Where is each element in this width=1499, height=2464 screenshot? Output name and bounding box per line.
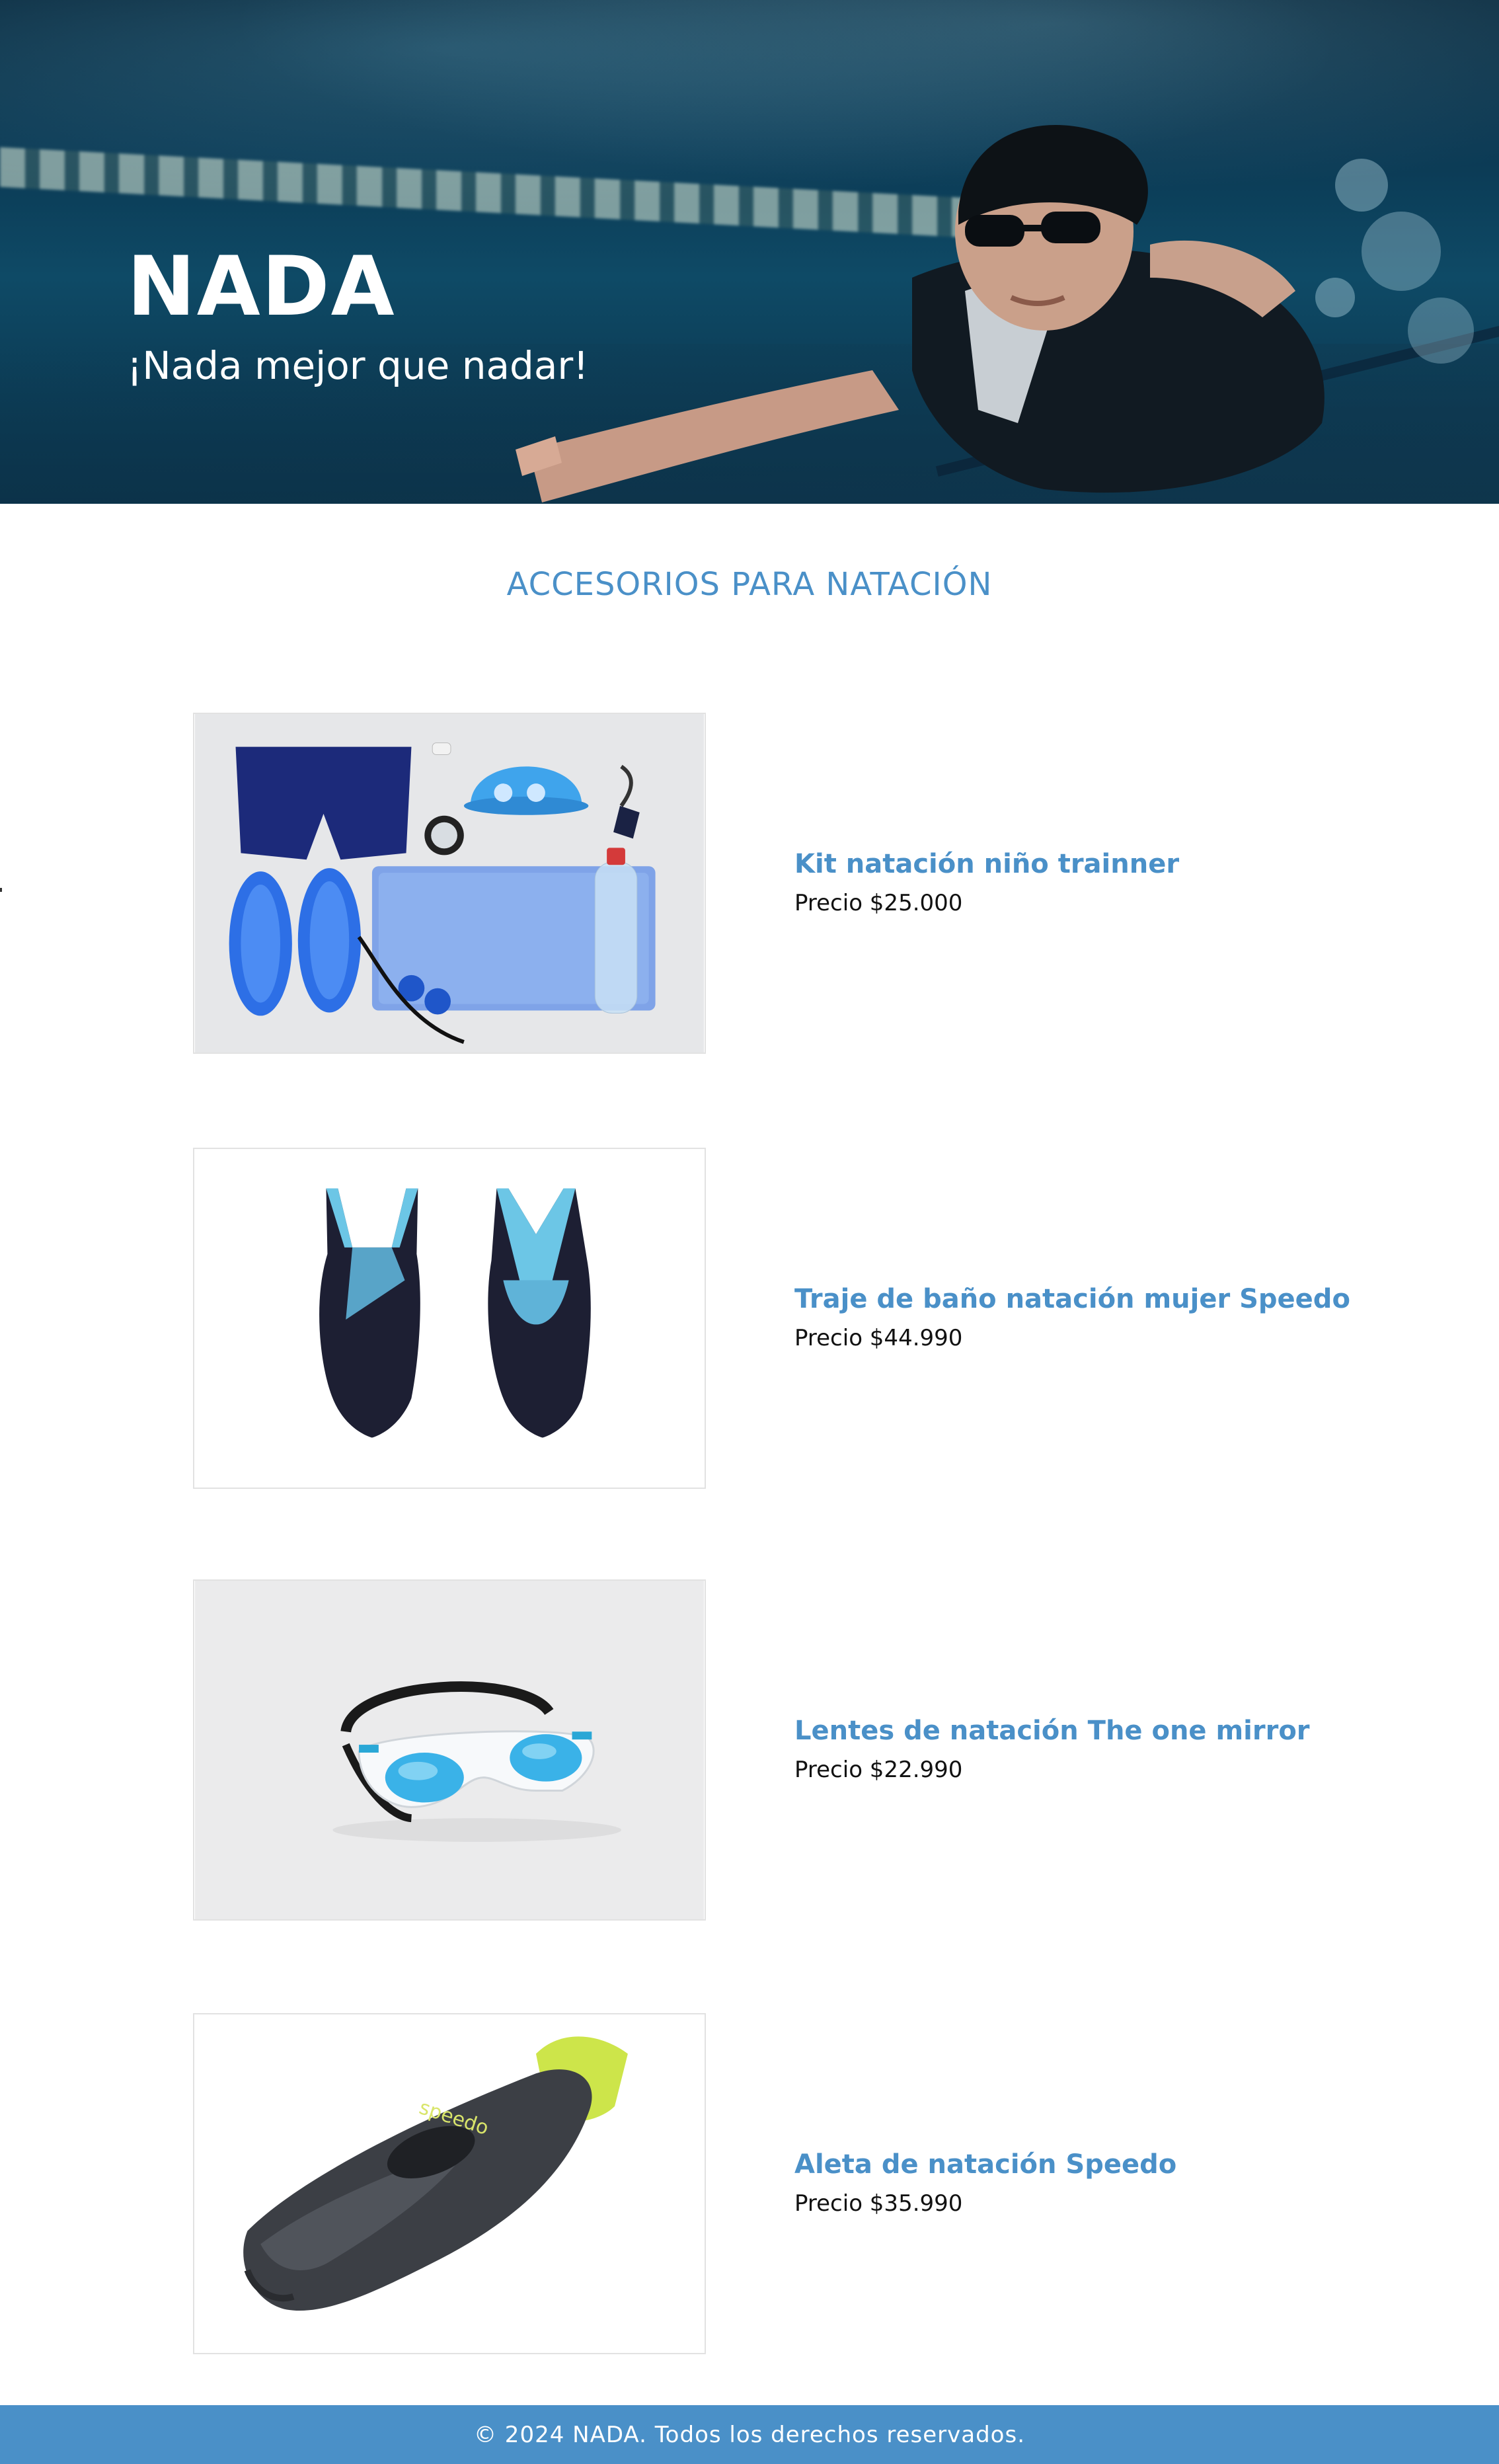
product-card: Kit natación niño trainner Precio $25.00… bbox=[193, 713, 1317, 1056]
swimmer-image bbox=[516, 124, 1474, 502]
goggles-image bbox=[195, 1581, 704, 1919]
product-card: speedo Aleta de natación Speedo Precio $… bbox=[193, 2013, 1317, 2357]
swim-kit-image bbox=[195, 714, 704, 1053]
product-image[interactable] bbox=[193, 713, 706, 1054]
footer: © 2024 NADA. Todos los derechos reservad… bbox=[0, 2405, 1499, 2464]
footer-copyright: © 2024 NADA. Todos los derechos reservad… bbox=[474, 2421, 1025, 2448]
swim-fin-image: speedo bbox=[195, 2014, 704, 2353]
brand-title: NADA bbox=[127, 239, 396, 335]
edge-mark bbox=[0, 888, 2, 892]
product-name[interactable]: Traje de baño natación mujer Speedo bbox=[794, 1284, 1350, 1314]
product-name[interactable]: Aleta de natación Speedo bbox=[794, 2149, 1176, 2180]
product-price: Precio $44.990 bbox=[794, 1325, 963, 1351]
product-card: Lentes de natación The one mirror Precio… bbox=[193, 1579, 1317, 1923]
hero-banner: NADA ¡Nada mejor que nadar! bbox=[0, 0, 1499, 504]
product-price: Precio $25.000 bbox=[794, 890, 963, 916]
product-price: Precio $35.990 bbox=[794, 2190, 963, 2217]
product-image[interactable] bbox=[193, 1579, 706, 1921]
product-name[interactable]: Kit natación niño trainner bbox=[794, 849, 1179, 879]
swimsuit-image bbox=[195, 1149, 704, 1488]
brand-tagline: ¡Nada mejor que nadar! bbox=[127, 343, 589, 388]
product-card: Traje de baño natación mujer Speedo Prec… bbox=[193, 1148, 1350, 1491]
product-image[interactable] bbox=[193, 1148, 706, 1489]
product-name[interactable]: Lentes de natación The one mirror bbox=[794, 1716, 1310, 1746]
product-price: Precio $22.990 bbox=[794, 1757, 963, 1783]
section-title: ACCESORIOS PARA NATACIÓN bbox=[506, 566, 993, 603]
product-image[interactable]: speedo bbox=[193, 2013, 706, 2354]
